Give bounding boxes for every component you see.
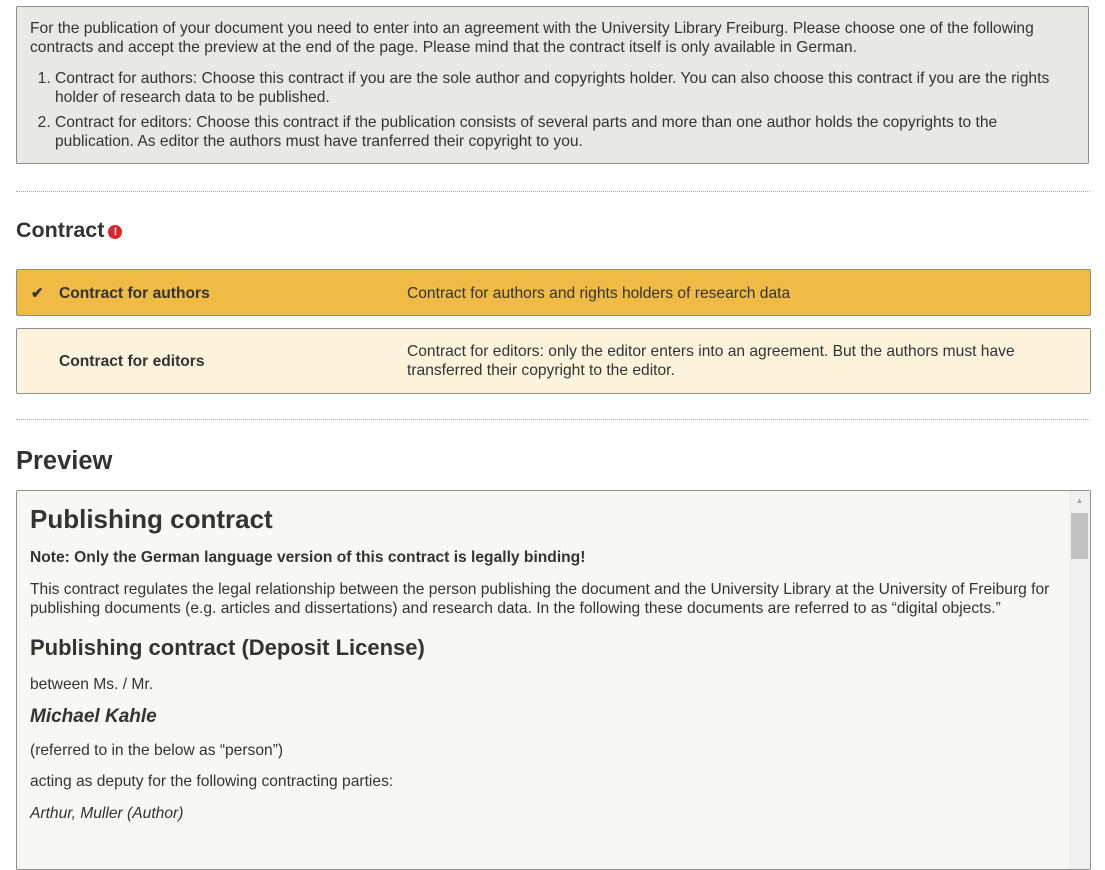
preview-heading: Preview [16, 447, 113, 475]
contract-info-box: For the publication of your document you… [16, 6, 1089, 164]
info-text: For the publication of your document you… [30, 20, 1034, 56]
option-description: Contract for authors and rights holders … [407, 285, 791, 302]
list-item-editors: Contract for editors: Choose this contra… [55, 113, 1075, 151]
contract-preview-pane[interactable]: Publishing contract Note: Only the Germa… [16, 490, 1091, 870]
section-divider [16, 191, 1090, 192]
contract-option-editors[interactable]: Contract for editors Contract for editor… [16, 328, 1091, 394]
contract-type-list: Contract for authors: Choose this contra… [30, 69, 1075, 151]
scrollbar-thumb[interactable] [1071, 513, 1088, 559]
contract-heading-text: Contract [16, 218, 105, 242]
scroll-up-arrow-icon[interactable]: ▲ [1069, 494, 1090, 508]
acting-line: acting as deputy for the following contr… [30, 773, 394, 790]
option-description: Contract for editors: only the editor en… [407, 343, 1015, 379]
person-name: Michael Kahle [30, 706, 157, 727]
document-title: Publishing contract [30, 504, 273, 534]
contracting-parties: Arthur, Muller (Author) [30, 805, 184, 822]
contract-option-authors[interactable]: ✔ Contract for authors Contract for auth… [16, 269, 1091, 316]
document-subtitle: Publishing contract (Deposit License) [30, 635, 425, 660]
checkmark-icon: ✔ [31, 285, 44, 302]
document-intro: This contract regulates the legal relati… [30, 581, 1050, 617]
referred-line: (referred to in the below as “person”) [30, 742, 284, 759]
between-line: between Ms. / Mr. [30, 676, 154, 693]
section-divider [16, 419, 1090, 420]
exclamation-icon: ! [108, 225, 123, 239]
preview-scrollbar[interactable]: ▲ [1069, 491, 1090, 869]
option-title: Contract for authors [59, 285, 210, 302]
list-item-authors: Contract for authors: Choose this contra… [55, 69, 1075, 107]
contract-section-heading: Contract! [16, 217, 123, 243]
option-title: Contract for editors [59, 353, 205, 370]
legal-note: Note: Only the German language version o… [30, 549, 586, 566]
preview-document: Publishing contract Note: Only the Germa… [30, 491, 1060, 823]
